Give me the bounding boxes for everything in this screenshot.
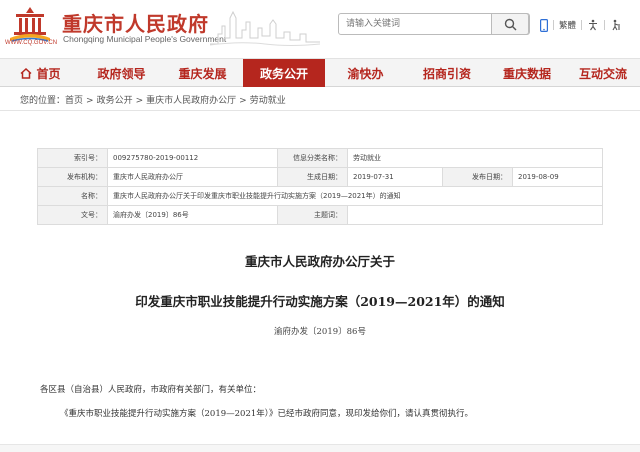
table-row: 索引号： 009275780-2019-00112 信息分类名称： 劳动就业 [37, 148, 603, 168]
nav-item-investment[interactable]: 招商引资 [406, 59, 488, 87]
breadcrumb-separator: > [86, 96, 94, 106]
breadcrumb-divider [0, 110, 640, 111]
main-nav: 首页 政府领导 重庆发展 政务公开 渝快办 招商引资 重庆数据 互动交流 [0, 58, 640, 87]
nav-item-development[interactable]: 重庆发展 [162, 59, 243, 87]
search-icon [504, 18, 516, 30]
document-number-label: 文号： [37, 205, 108, 225]
breadcrumb-item-labor-employment[interactable]: 劳动就业 [250, 96, 286, 106]
site-title[interactable]: 重庆市人民政府 [62, 8, 209, 37]
page-bottom-edge [0, 444, 640, 452]
issuer-label: 发布机构： [37, 167, 108, 187]
search-box [338, 13, 530, 35]
name-value: 重庆市人民政府办公厅关于印发重庆市职业技能提升行动实施方案（2019—2021年… [107, 186, 603, 206]
search-input[interactable] [339, 14, 489, 34]
nav-item-label: 政府领导 [97, 66, 146, 81]
site-header: WWW.CQ.GOV.CN 重庆市人民政府 Chongqing Municipa… [0, 0, 640, 58]
subject-words-value [347, 205, 603, 225]
breadcrumb-separator: > [135, 96, 144, 106]
nav-item-label: 渝快办 [347, 66, 384, 81]
nav-item-home[interactable]: 首页 [0, 59, 81, 87]
mobile-phone-icon [540, 18, 548, 32]
breadcrumb-item-home[interactable]: 首页 [65, 96, 83, 106]
breadcrumb-prefix: 您的位置： [20, 96, 66, 106]
table-row: 文号： 渝府办发〔2019〕86号 主题词： [37, 205, 603, 225]
nav-item-government-affairs[interactable]: 政务公开 [243, 59, 325, 87]
document-info-table: 索引号： 009275780-2019-00112 信息分类名称： 劳动就业 发… [37, 148, 603, 225]
nav-item-label: 政务公开 [259, 66, 308, 81]
published-date-label: 发布日期： [442, 167, 513, 187]
header-tools: 繁體 [540, 17, 622, 33]
published-date-value: 2019-08-09 [512, 167, 603, 187]
tool-separator [581, 20, 583, 30]
nav-item-label: 重庆数据 [502, 66, 551, 81]
index-label: 索引号： [37, 148, 108, 168]
breadcrumb-separator: > [239, 96, 247, 106]
category-value: 劳动就业 [347, 148, 603, 168]
subject-words-label: 主题词： [277, 205, 348, 225]
mobile-button[interactable] [540, 18, 548, 32]
accessibility-icon [589, 19, 598, 31]
nav-item-interaction[interactable]: 互动交流 [566, 59, 640, 87]
nav-item-label: 首页 [36, 66, 61, 81]
article-document-number: 渝府办发〔2019〕86号 [274, 327, 366, 337]
article-title-line2: 印发重庆市职业技能提升行动实施方案（2019—2021年）的通知 [135, 294, 505, 309]
generated-date-value: 2019-07-31 [347, 167, 443, 187]
generated-date-label: 生成日期： [277, 167, 348, 187]
nav-item-label: 互动交流 [578, 66, 627, 81]
skyline-decoration-icon [210, 10, 320, 46]
article-body-paragraph: 《重庆市职业技能提升行动实施方案（2019—2021年）》已经市政府同意，现印发… [60, 409, 474, 419]
nav-item-data[interactable]: 重庆数据 [488, 59, 566, 87]
logo-url-text: WWW.CQ.GOV.CN [4, 40, 58, 46]
home-icon [20, 67, 32, 79]
elder-mode-icon [612, 19, 620, 31]
elder-mode-button[interactable] [610, 19, 622, 31]
name-label: 名称： [37, 186, 108, 206]
nav-item-yukuaiban[interactable]: 渝快办 [325, 59, 406, 87]
category-label: 信息分类名称： [277, 148, 348, 168]
site-subtitle: Chongqing Municipal People's Government [63, 34, 227, 44]
tool-separator [604, 20, 606, 30]
table-row: 名称： 重庆市人民政府办公厅关于印发重庆市职业技能提升行动实施方案（2019—2… [37, 186, 603, 206]
article-addressee: 各区县（自治县）人民政府，市政府有关部门，有关单位： [40, 385, 262, 395]
article-title-line1: 重庆市人民政府办公厅关于 [244, 254, 395, 269]
document-number-value: 渝府办发〔2019〕86号 [107, 205, 278, 225]
nav-item-label: 重庆发展 [178, 66, 227, 81]
search-button[interactable] [491, 13, 529, 35]
breadcrumb-item-general-office[interactable]: 重庆市人民政府办公厅 [146, 96, 236, 106]
index-value: 009275780-2019-00112 [107, 148, 278, 168]
tool-separator [553, 20, 554, 30]
breadcrumb: 您的位置：首页 > 政务公开 > 重庆市人民政府办公厅 > 劳动就业 [20, 93, 286, 106]
accessibility-button[interactable] [587, 19, 599, 31]
table-row: 发布机构： 重庆市人民政府办公厅 生成日期： 2019-07-31 发布日期： … [37, 167, 603, 187]
breadcrumb-item-government-affairs[interactable]: 政务公开 [97, 96, 133, 106]
traditional-chinese-link[interactable]: 繁體 [559, 19, 576, 31]
nav-item-label: 招商引资 [422, 66, 471, 81]
issuer-value: 重庆市人民政府办公厅 [107, 167, 278, 187]
nav-item-leaders[interactable]: 政府领导 [81, 59, 162, 87]
